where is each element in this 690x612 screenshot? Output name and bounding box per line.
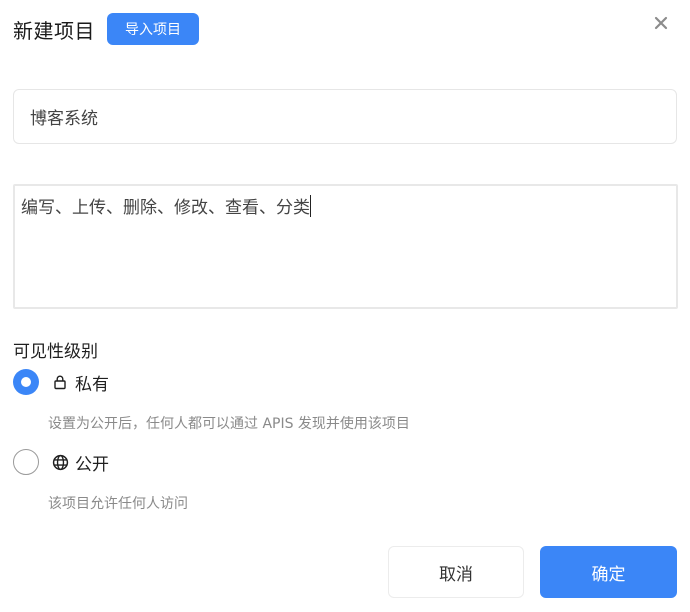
private-description: 设置为公开后，任何人都可以通过 APIS 发现并使用该项目 — [48, 416, 410, 432]
radio-public[interactable] — [13, 449, 39, 475]
confirm-button[interactable]: 确定 — [540, 546, 677, 598]
text-caret — [310, 195, 311, 217]
globe-icon — [51, 453, 69, 471]
close-icon — [654, 16, 668, 30]
cancel-button[interactable]: 取消 — [388, 546, 524, 598]
close-button[interactable] — [650, 12, 672, 34]
dialog-header: 新建项目 导入项目 — [13, 13, 199, 45]
public-description: 该项目允许任何人访问 — [48, 496, 188, 512]
new-project-dialog: 新建项目 导入项目 编写、上传、删除、修改、查看、分类 可见性级别 私有 设置为… — [0, 0, 690, 612]
visibility-label: 可见性级别 — [13, 342, 98, 362]
public-label: 公开 — [75, 454, 109, 475]
lock-icon — [51, 373, 69, 391]
dialog-title: 新建项目 — [13, 18, 95, 43]
project-description-textarea[interactable]: 编写、上传、删除、修改、查看、分类 — [13, 184, 678, 309]
radio-private[interactable] — [13, 369, 39, 395]
import-project-button[interactable]: 导入项目 — [107, 13, 199, 45]
visibility-option-private[interactable]: 私有 — [13, 369, 109, 395]
private-label: 私有 — [75, 374, 109, 395]
description-text: 编写、上传、删除、修改、查看、分类 — [21, 198, 310, 218]
radio-dot — [21, 377, 31, 387]
visibility-option-public[interactable]: 公开 — [13, 449, 109, 475]
project-name-input[interactable] — [13, 89, 677, 144]
